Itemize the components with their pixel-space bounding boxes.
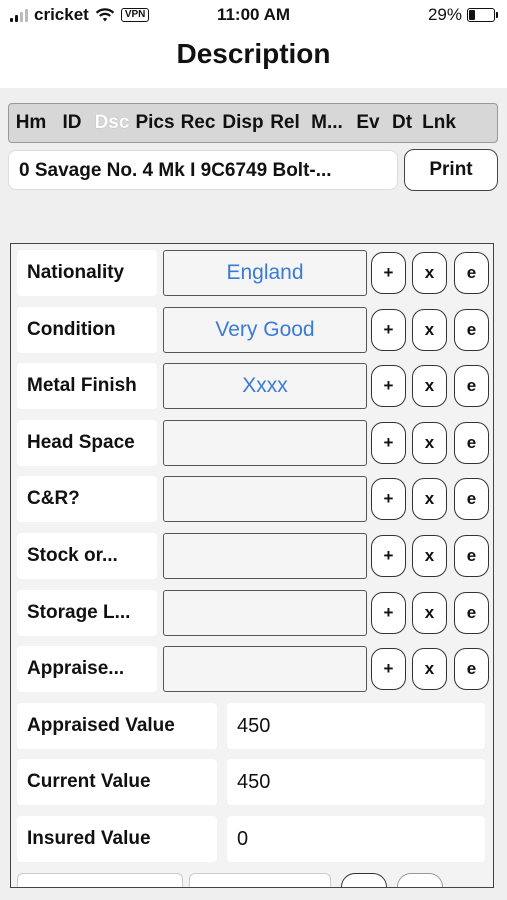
edit-button[interactable]: e	[454, 535, 489, 577]
field-label-storagel: Storage L...	[17, 589, 157, 636]
print-button[interactable]: Print	[404, 149, 498, 191]
field-label-headspace: Head Space	[17, 419, 157, 466]
record-title: 0 Savage No. 4 Mk I 9C6749 Bolt-...	[8, 150, 398, 190]
tab-pics[interactable]: Pics	[133, 112, 177, 134]
field-label-nationality: Nationality	[17, 250, 157, 296]
tab-id[interactable]: ID	[53, 112, 91, 134]
edit-button[interactable]: e	[454, 365, 489, 408]
clear-button[interactable]: x	[412, 591, 447, 634]
clear-button[interactable]: x	[412, 648, 447, 691]
add-button[interactable]: +	[371, 308, 406, 351]
add-button[interactable]: +	[371, 648, 406, 691]
status-bar: cricket VPN 11:00 AM 29%	[0, 0, 507, 30]
field-value-nationality[interactable]: England	[163, 250, 367, 296]
edit-button[interactable]: e	[454, 308, 489, 351]
partial-button[interactable]	[397, 872, 443, 887]
clear-button[interactable]: x	[412, 252, 447, 294]
value-label-insuredvalue: Insured Value	[17, 816, 217, 862]
edit-button[interactable]: e	[454, 591, 489, 634]
add-button[interactable]: +	[371, 365, 406, 408]
clear-button[interactable]: x	[412, 421, 447, 464]
battery-percent: 29%	[427, 5, 462, 24]
tab-rel[interactable]: Rel	[267, 112, 303, 134]
clear-button[interactable]: x	[412, 308, 447, 351]
tab-disp[interactable]: Disp	[219, 112, 267, 134]
tab-lnk[interactable]: Lnk	[419, 112, 459, 134]
field-value-stockor[interactable]	[163, 533, 367, 579]
add-button[interactable]: +	[371, 478, 406, 521]
edit-button[interactable]: e	[454, 421, 489, 464]
add-button[interactable]: +	[371, 421, 406, 464]
edit-button[interactable]: e	[454, 478, 489, 521]
value-field-insuredvalue[interactable]: 0	[227, 816, 485, 862]
field-label-appraise: Appraise...	[17, 646, 157, 693]
tab-dt[interactable]: Dt	[385, 112, 419, 134]
description-form[interactable]: Nationality England + x e Condition Very Good +…	[10, 243, 494, 888]
clear-button[interactable]: x	[412, 365, 447, 408]
partial-button[interactable]	[341, 872, 387, 887]
clear-button[interactable]: x	[412, 478, 447, 521]
field-value-appraise[interactable]	[163, 646, 367, 693]
tab-dsc[interactable]: Dsc	[91, 112, 133, 134]
field-value-cr[interactable]	[163, 476, 367, 523]
value-label-currentvalue: Current Value	[17, 759, 217, 806]
clear-button[interactable]: x	[412, 535, 447, 577]
field-label-metalfinish: Metal Finish	[17, 363, 157, 410]
page-title: Description	[176, 38, 331, 69]
field-label-condition: Condition	[17, 306, 157, 353]
edit-button[interactable]: e	[454, 648, 489, 691]
add-button[interactable]: +	[371, 591, 406, 634]
value-field-appraisedvalue[interactable]: 450	[227, 702, 485, 749]
partial-value	[189, 872, 331, 887]
field-value-metalfinish[interactable]: Xxxx	[163, 363, 367, 410]
edit-button[interactable]: e	[454, 252, 489, 294]
partial-label	[17, 872, 183, 887]
tab-m[interactable]: M...	[303, 112, 351, 134]
field-label-stockor: Stock or...	[17, 533, 157, 579]
value-field-currentvalue[interactable]: 450	[227, 759, 485, 806]
add-button[interactable]: +	[371, 252, 406, 294]
tab-rec[interactable]: Rec	[177, 112, 219, 134]
field-value-headspace[interactable]	[163, 419, 367, 466]
field-label-cr: C&R?	[17, 476, 157, 523]
field-value-condition[interactable]: Very Good	[163, 306, 367, 353]
tab-bar: Hm ID Dsc Pics Rec Disp Rel M... Ev Dt Lnk	[8, 103, 498, 143]
battery-icon	[467, 8, 498, 22]
battery-status: 29%	[427, 5, 498, 25]
value-label-appraisedvalue: Appraised Value	[17, 702, 217, 749]
tab-ev[interactable]: Ev	[351, 112, 385, 134]
tab-hm[interactable]: Hm	[9, 112, 53, 134]
field-value-storagel[interactable]	[163, 589, 367, 636]
add-button[interactable]: +	[371, 535, 406, 577]
